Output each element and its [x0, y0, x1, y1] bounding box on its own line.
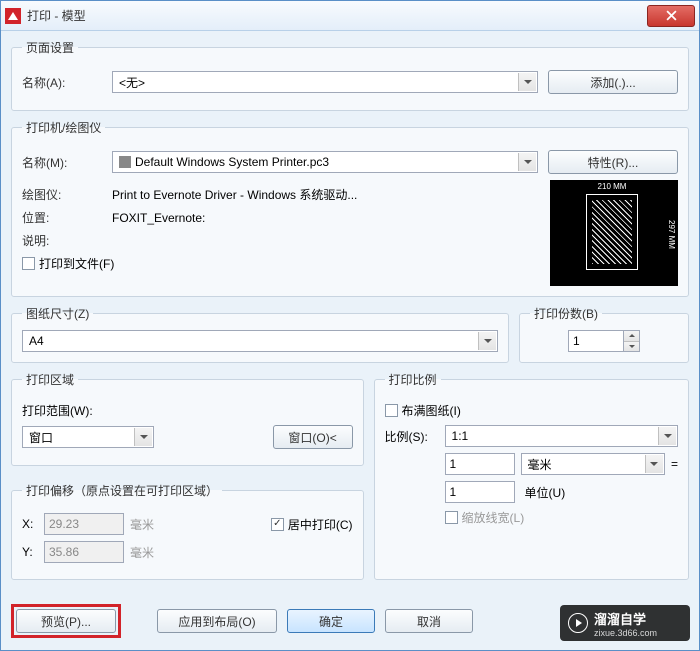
- page-setup-group: 页面设置 名称(A): <无> 添加(.)...: [11, 39, 689, 111]
- chevron-down-icon: [518, 153, 536, 171]
- preview-width-label: 210 MM: [586, 182, 638, 191]
- printer-group: 打印机/绘图仪 名称(M): Default Windows System Pr…: [11, 119, 689, 297]
- paper-preview: 210 MM 297 MM: [550, 180, 678, 286]
- scale-lineweights-label: 缩放线宽(L): [462, 509, 525, 526]
- page-name-combo[interactable]: <无>: [112, 71, 538, 93]
- plot-scale-group: 打印比例 布满图纸(I) 比例(S): 1:1: [374, 371, 689, 580]
- paper-size-value: A4: [29, 334, 44, 348]
- print-to-file-checkbox[interactable]: [22, 257, 35, 270]
- plot-range-label: 打印范围(W):: [22, 402, 93, 419]
- chevron-down-icon: [478, 332, 496, 350]
- plot-scale-legend: 打印比例: [385, 371, 441, 388]
- printer-name-value: Default Windows System Printer.pc3: [135, 155, 329, 169]
- paper-size-combo[interactable]: A4: [22, 330, 498, 352]
- cancel-button[interactable]: 取消: [385, 609, 473, 633]
- scale-unit-value: 毫米: [528, 456, 552, 473]
- app-logo-icon: [5, 8, 21, 24]
- plot-offset-legend: 打印偏移（原点设置在可打印区域）: [22, 482, 222, 499]
- units-label: 单位(U): [525, 484, 566, 501]
- plotter-value: Print to Evernote Driver - Windows 系统驱动.…: [112, 186, 357, 203]
- scale-unit-combo[interactable]: 毫米: [521, 453, 665, 475]
- scale-numerator-input[interactable]: [445, 453, 515, 475]
- plot-area-legend: 打印区域: [22, 371, 78, 388]
- page-setup-legend: 页面设置: [22, 39, 78, 56]
- offset-y-input: [44, 541, 124, 563]
- page-name-value: <无>: [119, 74, 145, 91]
- plot-range-value: 窗口: [29, 429, 53, 446]
- printer-properties-button[interactable]: 特性(R)...: [548, 150, 678, 174]
- paper-size-legend: 图纸尺寸(Z): [22, 305, 93, 322]
- scale-label: 比例(S):: [385, 428, 445, 445]
- copies-group: 打印份数(B): [519, 305, 689, 363]
- window-title: 打印 - 模型: [27, 7, 86, 24]
- offset-x-input: [44, 513, 124, 535]
- printer-icon: [119, 156, 131, 168]
- center-plot-checkbox[interactable]: [271, 518, 284, 531]
- scale-value: 1:1: [452, 429, 469, 443]
- plot-range-combo[interactable]: 窗口: [22, 426, 154, 448]
- plotter-label: 绘图仪:: [22, 186, 112, 203]
- close-icon: [666, 10, 677, 21]
- page-name-label: 名称(A):: [22, 74, 112, 91]
- chevron-down-icon: [518, 73, 536, 91]
- scale-denominator-input[interactable]: [445, 481, 515, 503]
- plot-area-group: 打印区域 打印范围(W): 窗口 窗口(O)<: [11, 371, 364, 466]
- watermark-brand: 溜溜自学: [594, 609, 657, 628]
- copies-input[interactable]: [568, 330, 624, 352]
- fit-to-paper-checkbox[interactable]: [385, 404, 398, 417]
- offset-y-label: Y:: [22, 545, 44, 559]
- offset-y-unit: 毫米: [130, 544, 154, 561]
- offset-x-label: X:: [22, 517, 44, 531]
- printer-name-label: 名称(M):: [22, 154, 112, 171]
- paper-size-group: 图纸尺寸(Z) A4: [11, 305, 509, 363]
- where-value: FOXIT_Evernote:: [112, 211, 205, 225]
- play-icon: [568, 613, 588, 633]
- titlebar: 打印 - 模型: [1, 1, 699, 31]
- close-button[interactable]: [647, 5, 695, 27]
- offset-x-unit: 毫米: [130, 516, 154, 533]
- preview-highlight: 预览(P)...: [11, 604, 121, 638]
- printer-name-combo[interactable]: Default Windows System Printer.pc3: [112, 151, 538, 173]
- chevron-down-icon: [658, 427, 676, 445]
- apply-layout-button[interactable]: 应用到布局(O): [157, 609, 277, 633]
- equals-label: =: [671, 457, 678, 471]
- plot-offset-group: 打印偏移（原点设置在可打印区域） X: 毫米 居中打印(C) Y: 毫米: [11, 482, 364, 580]
- scale-lineweights-checkbox[interactable]: [445, 511, 458, 524]
- fit-to-paper-label: 布满图纸(I): [402, 402, 461, 419]
- ok-button[interactable]: 确定: [287, 609, 375, 633]
- copies-spinner[interactable]: [624, 330, 640, 352]
- copies-legend: 打印份数(B): [530, 305, 602, 322]
- desc-label: 说明:: [22, 232, 112, 249]
- watermark: 溜溜自学 zixue.3d66.com: [560, 605, 690, 641]
- chevron-down-icon: [645, 455, 663, 473]
- window-select-button[interactable]: 窗口(O)<: [273, 425, 353, 449]
- watermark-url: zixue.3d66.com: [594, 628, 657, 638]
- where-label: 位置:: [22, 209, 112, 226]
- printer-legend: 打印机/绘图仪: [22, 119, 105, 136]
- scale-combo[interactable]: 1:1: [445, 425, 678, 447]
- add-page-setup-button[interactable]: 添加(.)...: [548, 70, 678, 94]
- preview-height-label: 297 MM: [667, 220, 676, 249]
- print-to-file-label: 打印到文件(F): [39, 255, 114, 272]
- center-plot-label: 居中打印(C): [288, 516, 353, 533]
- print-dialog: 打印 - 模型 页面设置 名称(A): <无> 添加(.)... 打印机/绘图仪…: [0, 0, 700, 651]
- preview-button[interactable]: 预览(P)...: [16, 609, 116, 633]
- chevron-down-icon: [134, 428, 152, 446]
